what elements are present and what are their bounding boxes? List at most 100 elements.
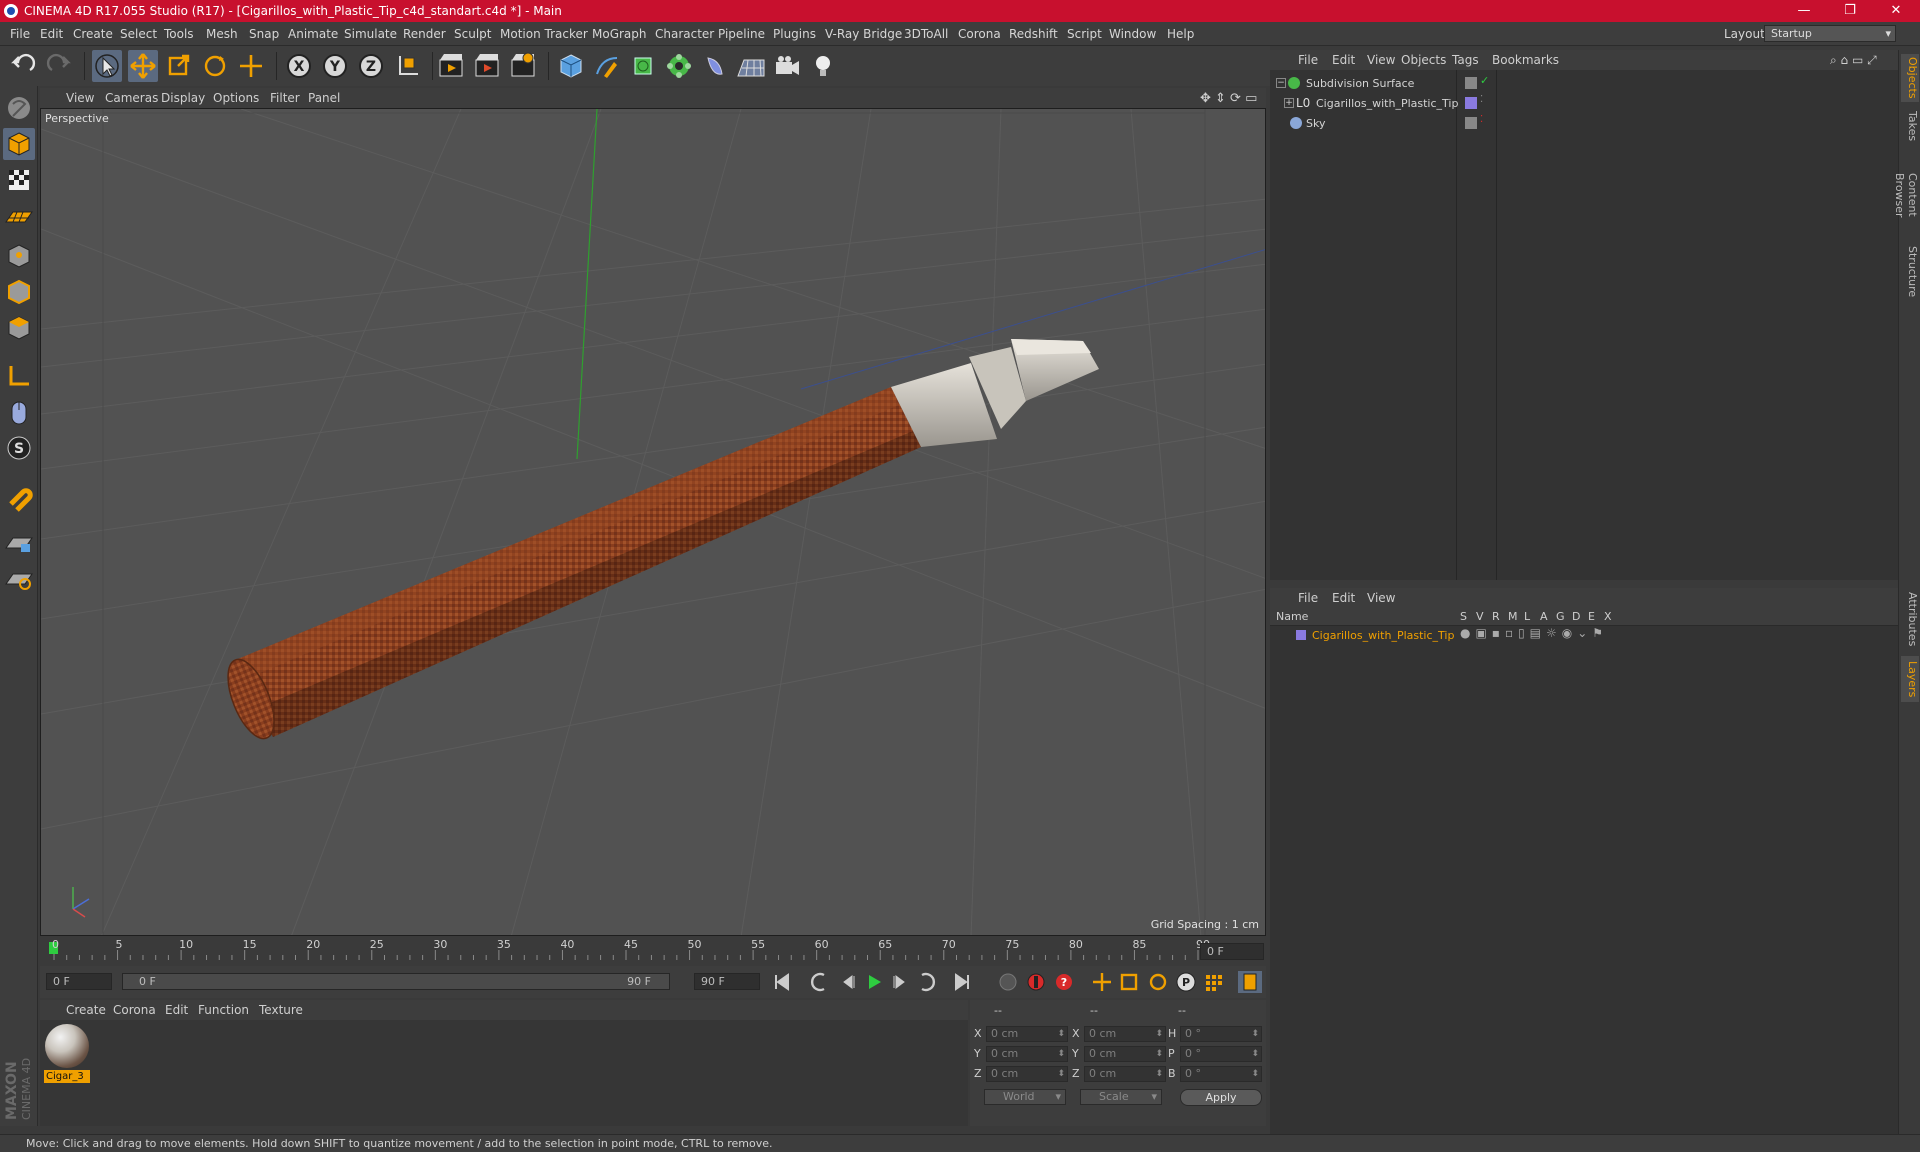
record-keys-disabled-icon[interactable] — [996, 971, 1020, 993]
key-scale-icon[interactable] — [1118, 971, 1142, 993]
layer-color-icon[interactable] — [1465, 97, 1477, 109]
material-menu-edit[interactable]: Edit — [165, 1003, 188, 1017]
layer-col-render[interactable]: R — [1492, 610, 1500, 623]
workplane-mode-icon[interactable] — [3, 200, 35, 232]
rot-b-field[interactable]: 0 ° — [1180, 1066, 1262, 1082]
magnet-icon[interactable] — [3, 480, 35, 512]
spline-pen-icon[interactable] — [592, 50, 622, 82]
object-row-cigarillo[interactable]: + L0 Cigarillos_with_Plastic_Tip ⁚ — [1270, 94, 1898, 114]
expand-icon[interactable]: − — [1276, 78, 1286, 88]
menu-select[interactable]: Select — [120, 27, 157, 41]
record-active-objects-icon[interactable] — [1024, 971, 1048, 993]
render-view-icon[interactable] — [436, 50, 466, 82]
size-z-field[interactable]: 0 cm — [1084, 1066, 1166, 1082]
previous-keyframe-icon[interactable] — [808, 971, 832, 993]
layer-col-generators[interactable]: G — [1556, 610, 1565, 623]
points-mode-icon[interactable] — [3, 240, 35, 272]
menu-mesh[interactable]: Mesh — [206, 27, 238, 41]
render-settings-icon[interactable] — [508, 50, 538, 82]
texture-mode-icon[interactable] — [3, 164, 35, 196]
coordinate-mode-dropdown[interactable]: World — [984, 1089, 1066, 1105]
material-swatch[interactable]: Cigar_3 — [44, 1024, 90, 1083]
menu-snap[interactable]: Snap — [249, 27, 279, 41]
y-axis-lock-icon[interactable]: Y — [320, 50, 350, 82]
object-row-sky[interactable]: Sky ⁚ — [1270, 114, 1898, 134]
tab-takes[interactable]: Takes — [1901, 106, 1919, 146]
cloner-icon[interactable] — [664, 50, 694, 82]
layer-menu-view[interactable]: View — [1367, 591, 1395, 605]
menu-pipeline[interactable]: Pipeline — [718, 27, 765, 41]
rot-h-field[interactable]: 0 ° — [1180, 1026, 1262, 1042]
undo-icon[interactable] — [8, 50, 38, 82]
object-menu-tags[interactable]: Tags — [1452, 53, 1479, 67]
pos-y-field[interactable]: 0 cm — [986, 1046, 1068, 1062]
frame-range-slider[interactable]: 0 F 90 F — [122, 973, 670, 990]
key-pla-icon[interactable] — [1202, 971, 1226, 993]
menu-file[interactable]: File — [10, 27, 30, 41]
material-menu-texture[interactable]: Texture — [259, 1003, 303, 1017]
menu-character[interactable]: Character — [655, 27, 714, 41]
material-menu-create[interactable]: Create — [66, 1003, 106, 1017]
subdivision-surface-icon[interactable] — [628, 50, 658, 82]
key-rotation-icon[interactable] — [1146, 971, 1170, 993]
current-frame-field[interactable]: 0 F — [1200, 943, 1264, 960]
3d-viewport[interactable]: Perspective Grid Spacing : 1 cm — [40, 108, 1266, 936]
size-x-field[interactable]: 0 cm — [1084, 1026, 1166, 1042]
transform-tool-icon[interactable] — [236, 50, 266, 82]
grid-lock-icon[interactable] — [3, 526, 35, 558]
layer-flags-icons[interactable]: ●▣▪▫▯▤☼◉⌄⚑ — [1460, 626, 1608, 640]
z-axis-lock-icon[interactable]: Z — [356, 50, 386, 82]
next-frame-icon[interactable] — [888, 971, 912, 993]
viewport-nav-icons[interactable]: ✥ ⇕ ⟳ ▭ — [1200, 91, 1257, 106]
menu-redshift[interactable]: Redshift — [1009, 27, 1058, 41]
menu-mograph[interactable]: MoGraph — [592, 27, 647, 41]
menu-vray-bridge[interactable]: V-Ray Bridge — [825, 27, 902, 41]
axis-mode-icon[interactable] — [3, 360, 35, 392]
timeline-window-icon[interactable] — [1238, 971, 1262, 993]
menu-edit[interactable]: Edit — [40, 27, 63, 41]
model-mode-icon[interactable] — [3, 128, 35, 160]
menu-sculpt[interactable]: Sculpt — [454, 27, 491, 41]
min-frame-field[interactable]: 0 F — [46, 973, 112, 990]
key-parameter-icon[interactable]: P — [1174, 971, 1198, 993]
go-to-end-icon[interactable] — [950, 971, 974, 993]
menu-plugins[interactable]: Plugins — [773, 27, 816, 41]
floor-icon[interactable] — [736, 50, 766, 82]
redo-icon[interactable] — [44, 50, 74, 82]
tab-layers[interactable]: Layers — [1901, 656, 1919, 702]
material-menu-corona[interactable]: Corona — [113, 1003, 156, 1017]
autokeying-icon[interactable]: ? — [1052, 971, 1076, 993]
timeline-ruler[interactable]: 051015202530354045505560657075808590 0 F — [40, 938, 1266, 966]
menu-script[interactable]: Script — [1067, 27, 1102, 41]
layer-col-xref[interactable]: X — [1604, 610, 1612, 623]
object-menu-bookmarks[interactable]: Bookmarks — [1492, 53, 1559, 67]
layer-col-locked[interactable]: L — [1524, 610, 1530, 623]
camera-icon[interactable] — [772, 50, 802, 82]
select-arrow-icon[interactable] — [92, 50, 122, 82]
edges-mode-icon[interactable] — [3, 276, 35, 308]
deformer-icon[interactable] — [700, 50, 730, 82]
make-editable-icon[interactable] — [3, 92, 35, 124]
object-manager-search-icon[interactable]: ⌕ ⌂ ▭ ⤢ — [1830, 53, 1877, 68]
layer-col-expressions[interactable]: E — [1588, 610, 1595, 623]
minimize-button[interactable]: — — [1781, 0, 1827, 22]
move-tool-icon[interactable] — [128, 50, 158, 82]
size-y-field[interactable]: 0 cm — [1084, 1046, 1166, 1062]
snap-icon[interactable]: S — [3, 432, 35, 464]
scale-tool-icon[interactable] — [164, 50, 194, 82]
x-axis-lock-icon[interactable]: X — [284, 50, 314, 82]
layout-dropdown[interactable]: Startup — [1764, 25, 1896, 42]
layer-col-solo[interactable]: S — [1460, 610, 1467, 623]
menu-animate[interactable]: Animate — [288, 27, 338, 41]
enabled-check-icon[interactable]: ✓ — [1480, 74, 1489, 87]
layer-col-deformers[interactable]: D — [1572, 610, 1580, 623]
layer-color-icon[interactable] — [1465, 117, 1477, 129]
apply-button[interactable]: Apply — [1180, 1089, 1262, 1106]
pos-z-field[interactable]: 0 cm — [986, 1066, 1068, 1082]
menu-simulate[interactable]: Simulate — [344, 27, 397, 41]
menu-create[interactable]: Create — [73, 27, 113, 41]
object-menu-view[interactable]: View — [1367, 53, 1395, 67]
viewport-menu-panel[interactable]: Panel — [308, 91, 340, 105]
object-menu-edit[interactable]: Edit — [1332, 53, 1355, 67]
key-position-icon[interactable] — [1090, 971, 1114, 993]
